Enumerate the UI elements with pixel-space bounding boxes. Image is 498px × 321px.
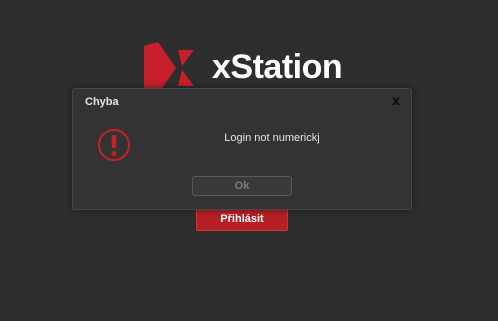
- brand-name: xStation: [212, 48, 343, 86]
- exclamation-circle-icon: [98, 129, 130, 161]
- login-button[interactable]: Přihlásit: [196, 207, 288, 231]
- close-icon: x: [391, 93, 401, 109]
- close-button[interactable]: x: [389, 94, 403, 108]
- ok-button[interactable]: Ok: [192, 176, 292, 196]
- error-dialog: Chyba x Login not numerickj Ok: [72, 88, 412, 210]
- dialog-message: Login not numerickj: [224, 132, 320, 144]
- dialog-title: Chyba: [85, 96, 119, 108]
